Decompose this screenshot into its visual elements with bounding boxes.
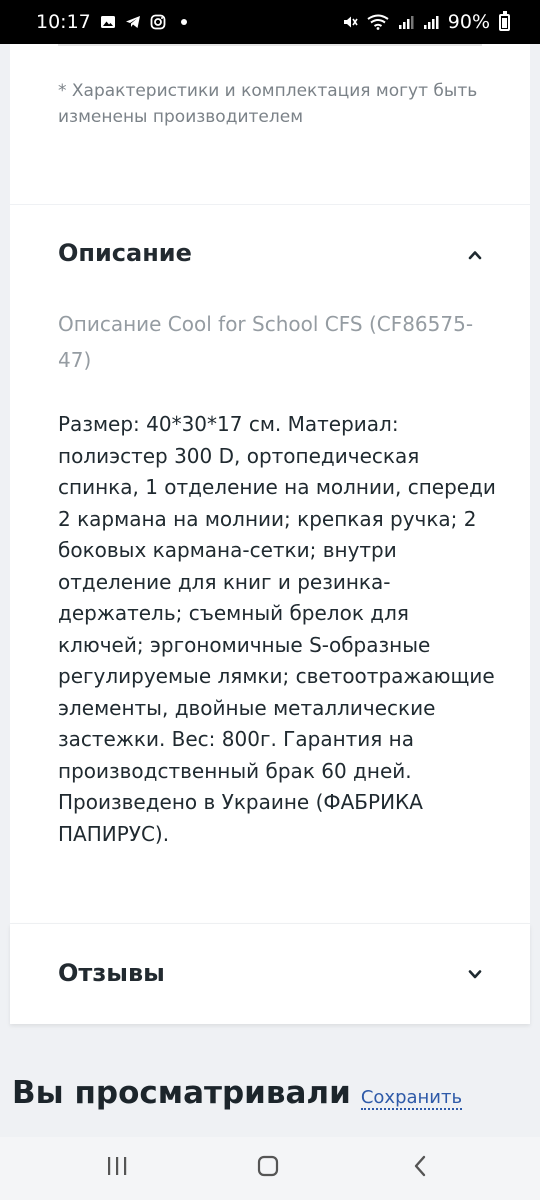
status-right: 90% [342,10,510,33]
mute-icon [343,16,358,28]
reviews-title: Отзывы [58,959,165,987]
status-bar: 10:17 90% [0,0,540,44]
battery-icon [499,10,510,31]
divider [58,44,482,46]
specs-card: * Характеристики и комплектация могут бы… [10,44,530,204]
signal-icon [398,16,414,29]
wifi-icon [367,14,389,30]
description-body: Размер: 40*30*17 см. Материал: полиэстер… [58,412,496,846]
instagram-icon [150,14,166,30]
reviews-section[interactable]: Отзывы [10,924,530,1024]
chevron-down-icon[interactable] [468,967,482,981]
battery-percent: 90% [447,11,490,33]
navigation-bar [0,1137,540,1200]
gallery-icon [100,16,115,28]
status-time: 10:17 [36,11,91,33]
telegram-icon [125,16,140,28]
description-section: Описание Описание Cool for School CFS (C… [10,205,530,923]
chevron-up-icon[interactable] [468,248,482,262]
recently-viewed-header: Вы просматривали Сохранить [12,1075,463,1111]
description-subtitle: Описание Cool for School CFS (CF86575-47… [58,312,474,372]
back-icon[interactable] [410,1155,432,1177]
recent-apps-icon[interactable] [106,1155,128,1177]
description-title: Описание [58,239,192,267]
description-header[interactable]: Описание [10,205,530,305]
specs-disclaimer: * Характеристики и комплектация могут бы… [58,81,478,127]
signal-icon [423,16,439,29]
save-link[interactable]: Сохранить [360,1087,463,1110]
home-icon[interactable] [257,1155,279,1177]
notification-dot [180,19,187,25]
recently-viewed-title: Вы просматривали [12,1075,351,1111]
status-left: 10:17 [36,11,187,33]
